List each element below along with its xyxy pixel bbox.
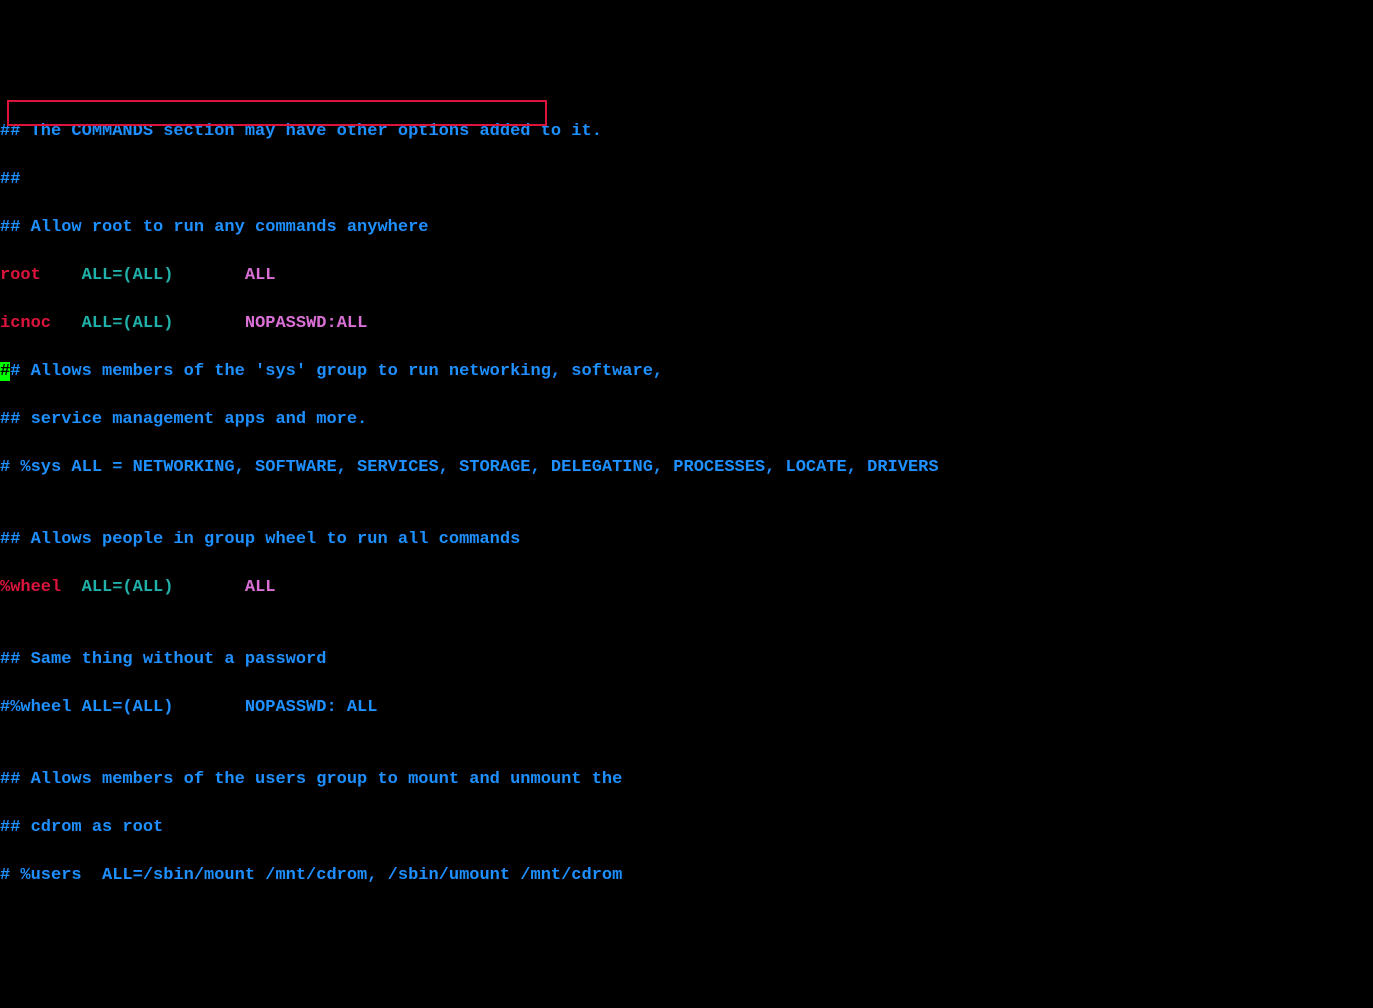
comment-line: ## The COMMANDS section may have other o… <box>0 120 1373 144</box>
comment-line: # %users ALL=/sbin/mount /mnt/cdrom, /sb… <box>0 864 1373 888</box>
comment-line: ## service management apps and more. <box>0 408 1373 432</box>
comment-line-cursor: ## Allows members of the 'sys' group to … <box>0 360 1373 384</box>
sudoers-rule-wheel: %wheel ALL=(ALL) ALL <box>0 576 1373 600</box>
comment-line: ## Allows people in group wheel to run a… <box>0 528 1373 552</box>
sudoers-rule-root: root ALL=(ALL) ALL <box>0 264 1373 288</box>
comment-line: ## <box>0 168 1373 192</box>
comment-line: # %sys ALL = NETWORKING, SOFTWARE, SERVI… <box>0 456 1373 480</box>
comment-line: ## Allows members of the users group to … <box>0 768 1373 792</box>
cursor-icon: # <box>0 362 10 381</box>
sudoers-rule-icnoc: icnoc ALL=(ALL) NOPASSWD:ALL <box>0 312 1373 336</box>
comment-line: #%wheel ALL=(ALL) NOPASSWD: ALL <box>0 696 1373 720</box>
comment-line: ## Same thing without a password <box>0 648 1373 672</box>
comment-line: ## Allow root to run any commands anywhe… <box>0 216 1373 240</box>
comment-line: ## cdrom as root <box>0 816 1373 840</box>
terminal-editor[interactable]: ## The COMMANDS section may have other o… <box>0 96 1373 912</box>
